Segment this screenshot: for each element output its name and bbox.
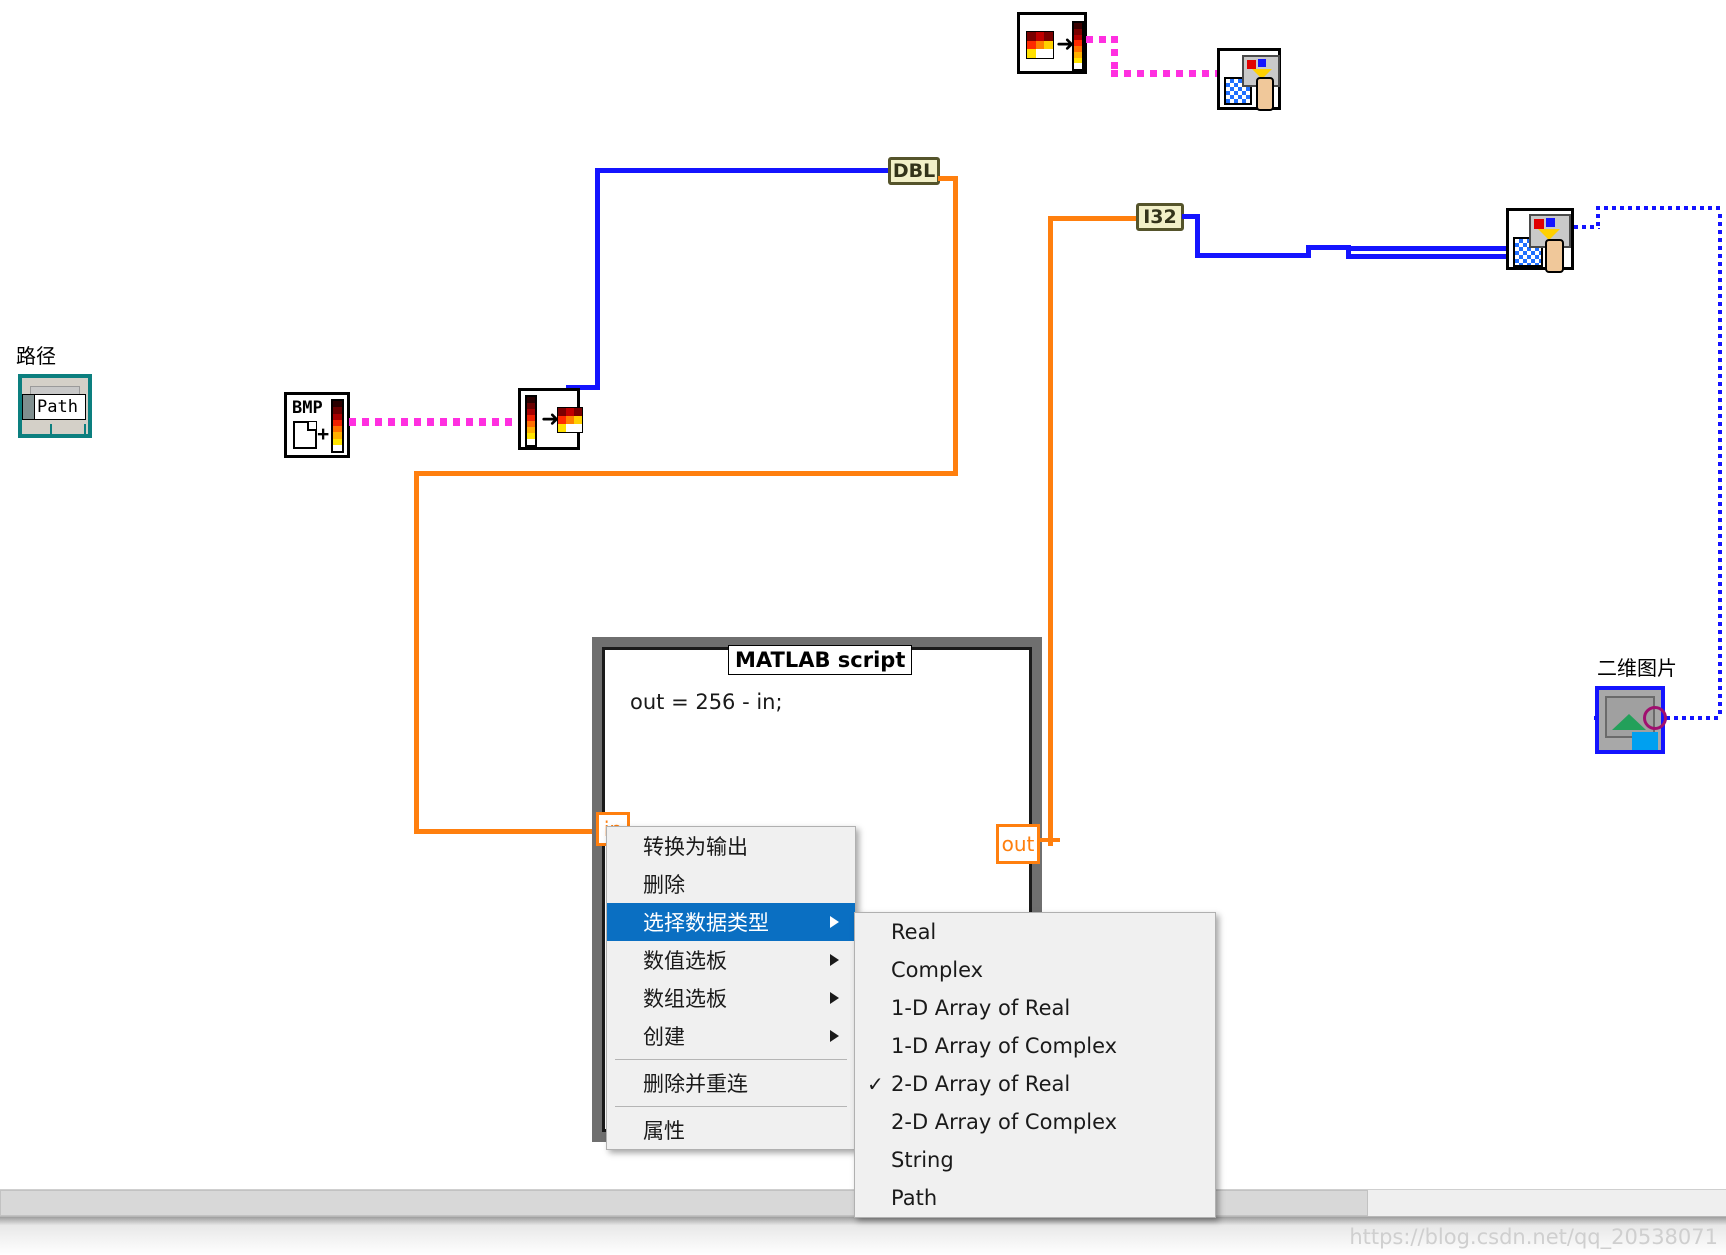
conversion-dbl[interactable]: DBL bbox=[888, 157, 940, 185]
node-draw-flattened-pixmap-right[interactable] bbox=[1506, 208, 1574, 273]
menu-item-label: 删除并重连 bbox=[643, 1072, 748, 1096]
wire-blue-h-top bbox=[595, 168, 890, 173]
wire-orange-to-in bbox=[414, 829, 600, 834]
conversion-i32[interactable]: I32 bbox=[1136, 203, 1184, 231]
pixel-grid-icon bbox=[557, 407, 583, 433]
path-control[interactable]: Path bbox=[18, 374, 92, 438]
color-ramp-icon bbox=[525, 395, 537, 447]
menu-item-convert-to-output[interactable]: 转换为输出 bbox=[607, 827, 855, 865]
checkmark-icon: ✓ bbox=[867, 1072, 884, 1096]
wire-blue-v-left bbox=[595, 168, 600, 388]
matlab-output-terminal-label: out bbox=[1001, 832, 1035, 856]
submenu-item-string[interactable]: String bbox=[855, 1141, 1215, 1179]
wire-i32-h5 bbox=[1346, 246, 1510, 251]
submenu-item-label: Complex bbox=[891, 958, 984, 982]
pixel-grid-icon bbox=[1026, 31, 1054, 59]
triangle-icon bbox=[1612, 714, 1646, 730]
submenu-item-label: Path bbox=[891, 1186, 938, 1210]
data-type-submenu[interactable]: Real Complex 1-D Array of Real 1-D Array… bbox=[854, 912, 1216, 1218]
wire-pixmap-top-h2 bbox=[1111, 70, 1219, 77]
matlab-script-code[interactable]: out = 256 - in; bbox=[630, 690, 783, 714]
submenu-item-label: 2-D Array of Real bbox=[891, 1072, 1071, 1096]
conversion-i32-label: I32 bbox=[1143, 206, 1177, 228]
menu-item-select-data-type[interactable]: 选择数据类型 bbox=[607, 903, 855, 941]
context-menu[interactable]: 转换为输出 删除 选择数据类型 数值选板 数组选板 创建 删除并重连 属性 bbox=[606, 826, 856, 1150]
wire-orange-bottom-h bbox=[414, 471, 958, 476]
menu-item-label: 创建 bbox=[643, 1025, 685, 1049]
color-ramp-icon bbox=[1072, 21, 1084, 71]
node-array-to-pixmap[interactable]: ➜ bbox=[1017, 12, 1087, 74]
wire-picture-v bbox=[1718, 206, 1722, 718]
menu-separator bbox=[615, 1059, 847, 1060]
chevron-right-icon bbox=[830, 992, 839, 1004]
menu-item-label: 选择数据类型 bbox=[643, 911, 769, 935]
menu-item-delete[interactable]: 删除 bbox=[607, 865, 855, 903]
chevron-right-icon bbox=[830, 954, 839, 966]
wire-i32-v1 bbox=[1195, 214, 1200, 258]
wire-orange-left-v bbox=[414, 471, 419, 834]
path-control-label: 路径 bbox=[16, 344, 56, 368]
wire-i32-h2 bbox=[1195, 253, 1311, 258]
block-diagram-canvas[interactable]: ➜ DBL I32 二维图片 路径 Path BMP + ➜ MATLAB sc… bbox=[0, 0, 1726, 1255]
wire-i32-h3 bbox=[1306, 245, 1351, 250]
menu-item-label: 属性 bbox=[643, 1119, 685, 1143]
matlab-output-terminal[interactable]: out bbox=[996, 824, 1040, 864]
path-value-text: Path bbox=[37, 397, 78, 417]
menu-item-properties[interactable]: 属性 bbox=[607, 1111, 855, 1149]
hand-icon bbox=[1545, 239, 1564, 273]
wire-i32-h4 bbox=[1346, 254, 1510, 259]
submenu-item-label: 2-D Array of Complex bbox=[891, 1110, 1118, 1134]
color-ramp-icon bbox=[331, 399, 344, 453]
menu-item-label: 数值选板 bbox=[643, 949, 727, 973]
context-menu-items: 转换为输出 删除 选择数据类型 数值选板 数组选板 创建 删除并重连 属性 bbox=[607, 827, 855, 1149]
submenu-item-label: Real bbox=[891, 920, 937, 944]
chevron-right-icon bbox=[830, 916, 839, 928]
node-draw-flattened-pixmap-top[interactable] bbox=[1217, 48, 1281, 111]
wire-orange-out-v bbox=[1048, 216, 1053, 846]
plus-icon: + bbox=[317, 423, 330, 446]
hand-icon bbox=[1256, 77, 1274, 111]
menu-item-delete-and-rewire[interactable]: 删除并重连 bbox=[607, 1064, 855, 1102]
wire-out-hook-h bbox=[1038, 838, 1060, 842]
conversion-dbl-label: DBL bbox=[892, 160, 936, 182]
menu-separator bbox=[615, 1106, 847, 1107]
circle-icon bbox=[1643, 706, 1667, 730]
submenu-item-label: 1-D Array of Complex bbox=[891, 1034, 1118, 1058]
submenu-item-1d-array-of-complex[interactable]: 1-D Array of Complex bbox=[855, 1027, 1215, 1065]
submenu-item-1d-array-of-real[interactable]: 1-D Array of Real bbox=[855, 989, 1215, 1027]
path-control-foot bbox=[50, 424, 86, 436]
menu-item-label: 转换为输出 bbox=[643, 835, 748, 859]
wire-picture-v-step bbox=[1596, 206, 1600, 228]
file-icon bbox=[293, 421, 317, 449]
submenu-item-2d-array-of-complex[interactable]: 2-D Array of Complex bbox=[855, 1103, 1215, 1141]
wire-orange-out-h bbox=[1048, 216, 1138, 221]
rect-icon bbox=[1632, 732, 1658, 750]
submenu-item-label: 1-D Array of Real bbox=[891, 996, 1071, 1020]
submenu-item-2d-array-of-real[interactable]: ✓ 2-D Array of Real bbox=[855, 1065, 1215, 1103]
watermark: https://blog.csdn.net/qq_20538071 bbox=[1349, 1225, 1718, 1249]
submenu-item-path[interactable]: Path bbox=[855, 1179, 1215, 1217]
wire-bmp-to-unflatten bbox=[349, 418, 524, 426]
menu-item-create[interactable]: 创建 bbox=[607, 1017, 855, 1055]
bmp-label: BMP bbox=[292, 398, 323, 418]
chevron-right-icon bbox=[830, 1030, 839, 1042]
matlab-script-title: MATLAB script bbox=[728, 645, 913, 675]
submenu-item-real[interactable]: Real bbox=[855, 913, 1215, 951]
submenu-item-complex[interactable]: Complex bbox=[855, 951, 1215, 989]
path-value-field[interactable]: Path bbox=[34, 394, 86, 420]
picture-indicator-canvas bbox=[1605, 696, 1667, 750]
menu-item-label: 删除 bbox=[643, 873, 685, 897]
node-read-bmp-file[interactable]: BMP + bbox=[284, 392, 350, 458]
submenu-item-label: String bbox=[891, 1148, 954, 1172]
wire-picture-h-upper bbox=[1596, 206, 1722, 210]
menu-item-array-palette[interactable]: 数组选板 bbox=[607, 979, 855, 1017]
wire-orange-right-v bbox=[953, 176, 958, 476]
node-unflatten-pixmap[interactable]: ➜ bbox=[518, 388, 583, 450]
menu-item-label: 数组选板 bbox=[643, 987, 727, 1011]
menu-item-numeric-palette[interactable]: 数值选板 bbox=[607, 941, 855, 979]
picture-indicator-label: 二维图片 bbox=[1597, 656, 1677, 680]
picture-indicator[interactable] bbox=[1595, 686, 1667, 754]
